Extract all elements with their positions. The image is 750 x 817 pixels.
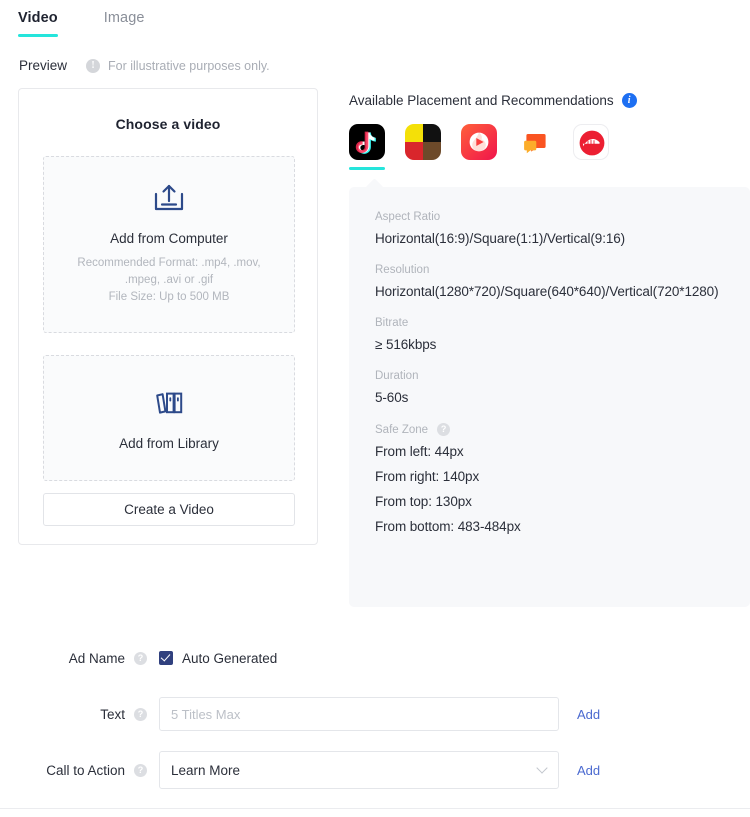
pangle-bird-icon — [573, 124, 609, 160]
add-from-library-label: Add from Library — [119, 436, 219, 451]
ad-name-label: Ad Name — [68, 650, 125, 666]
ad-details-form: Ad Name ? Auto Generated Text ? Add Call… — [0, 630, 750, 798]
placement-tiktok[interactable] — [349, 124, 385, 170]
form-row-call-to-action: Call to Action ? Learn More Add — [0, 742, 750, 798]
tiktok-icon — [349, 124, 385, 160]
upload-hint-line-1: Recommended Format: .mp4, .mov, — [77, 257, 261, 269]
spec-label-text: Duration — [375, 370, 419, 382]
spec-value-resolution: Horizontal(1280*720)/Square(640*640)/Ver… — [375, 284, 719, 299]
exclamation-circle-icon: ! — [86, 58, 101, 73]
call-to-action-selected-value: Learn More — [171, 762, 241, 778]
create-a-video-button[interactable]: Create a Video — [43, 493, 295, 526]
placement-pangle[interactable] — [573, 124, 609, 160]
placement-spec-panel: Aspect Ratio Horizontal(16:9)/Square(1:1… — [349, 178, 750, 607]
auto-generated-checkbox[interactable] — [159, 651, 173, 665]
question-circle-icon[interactable]: ? — [134, 707, 147, 721]
spec-value-aspect-ratio: Horizontal(16:9)/Square(1:1)/Vertical(9:… — [375, 231, 626, 246]
ad-name-control: Auto Generated — [159, 651, 277, 666]
info-circle-icon[interactable]: i — [621, 93, 637, 108]
upload-tray-icon — [152, 183, 186, 219]
question-circle-icon[interactable]: ? — [437, 423, 451, 436]
available-placement-label: Available Placement and Recommendations — [349, 93, 614, 108]
upload-format-hint: Recommended Format: .mp4, .mov, .mpeg, .… — [77, 255, 260, 306]
add-from-computer-dropzone[interactable]: Add from Computer Recommended Format: .m… — [43, 156, 295, 333]
form-row-ad-name: Ad Name ? Auto Generated — [0, 630, 750, 686]
sister-apps-grid-icon — [405, 124, 441, 160]
available-placement-title: Available Placement and Recommendations … — [349, 93, 637, 108]
spec-value-bitrate: ≥ 516kbps — [375, 337, 437, 352]
auto-generated-label: Auto Generated — [182, 650, 278, 666]
spec-panel-content: Aspect Ratio Horizontal(16:9)/Square(1:1… — [349, 187, 750, 534]
tab-video[interactable]: Video — [18, 10, 58, 37]
tab-image[interactable]: Image — [104, 10, 145, 37]
spec-value-duration: 5-60s — [375, 390, 409, 405]
text-control: Add — [159, 697, 600, 731]
question-circle-icon[interactable]: ? — [134, 651, 147, 665]
upload-hint-line-3: File Size: Up to 500 MB — [108, 291, 230, 303]
books-library-icon — [153, 385, 185, 422]
spec-value-safe-zone-bottom: From bottom: 483-484px — [375, 519, 521, 534]
chat-bubble-icon — [517, 124, 553, 160]
tab-video-label: Video — [18, 10, 58, 26]
spec-label-resolution: Resolution — [375, 264, 750, 276]
spec-label-safe-zone: Safe Zone ? — [375, 423, 750, 436]
spec-label-text: Resolution — [375, 264, 430, 276]
spec-value-safe-zone-right: From right: 140px — [375, 469, 480, 484]
call-to-action-select-wrap: Learn More — [159, 751, 559, 789]
call-to-action-label: Call to Action — [46, 762, 125, 778]
preview-note: For illustrative purposes only. — [108, 58, 270, 73]
placement-sister-apps[interactable] — [405, 124, 441, 160]
choose-video-card: Choose a video Add from Computer Recomme… — [18, 88, 318, 545]
spec-label-text: Aspect Ratio — [375, 211, 441, 223]
form-row-text: Text ? Add — [0, 686, 750, 742]
spec-label-bitrate: Bitrate — [375, 317, 750, 329]
placement-helo[interactable] — [461, 124, 497, 160]
placement-news-feed[interactable] — [517, 124, 553, 160]
call-to-action-select[interactable]: Learn More — [159, 751, 559, 789]
placement-icon-list — [349, 124, 609, 170]
spec-label-aspect-ratio: Aspect Ratio — [375, 211, 750, 223]
choose-video-title: Choose a video — [115, 116, 221, 132]
text-label: Text — [100, 706, 125, 722]
preview-row: Preview ! For illustrative purposes only… — [19, 58, 270, 73]
bottom-divider — [0, 808, 750, 809]
spec-label-text: Bitrate — [375, 317, 409, 329]
spec-value-safe-zone-top: From top: 130px — [375, 494, 472, 509]
media-type-tabs: Video Image — [0, 0, 191, 37]
text-input[interactable] — [159, 697, 559, 731]
helo-flame-play-icon — [461, 124, 497, 160]
spec-label-duration: Duration — [375, 370, 750, 382]
spec-value-safe-zone-left: From left: 44px — [375, 444, 464, 459]
tab-image-label: Image — [103, 10, 145, 26]
text-add-link[interactable]: Add — [577, 707, 600, 722]
add-from-computer-label: Add from Computer — [110, 231, 228, 246]
spec-label-text: Safe Zone — [375, 423, 429, 436]
call-to-action-add-link[interactable]: Add — [577, 763, 600, 778]
video-ad-creation-page: Video Image Preview ! For illustrative p… — [0, 0, 750, 817]
question-circle-icon[interactable]: ? — [134, 763, 147, 777]
call-to-action-control: Learn More Add — [159, 751, 600, 789]
add-from-library-dropzone[interactable]: Add from Library — [43, 355, 295, 481]
upload-hint-line-2: .mpeg, .avi or .gif — [124, 274, 214, 286]
preview-label: Preview — [19, 58, 68, 73]
